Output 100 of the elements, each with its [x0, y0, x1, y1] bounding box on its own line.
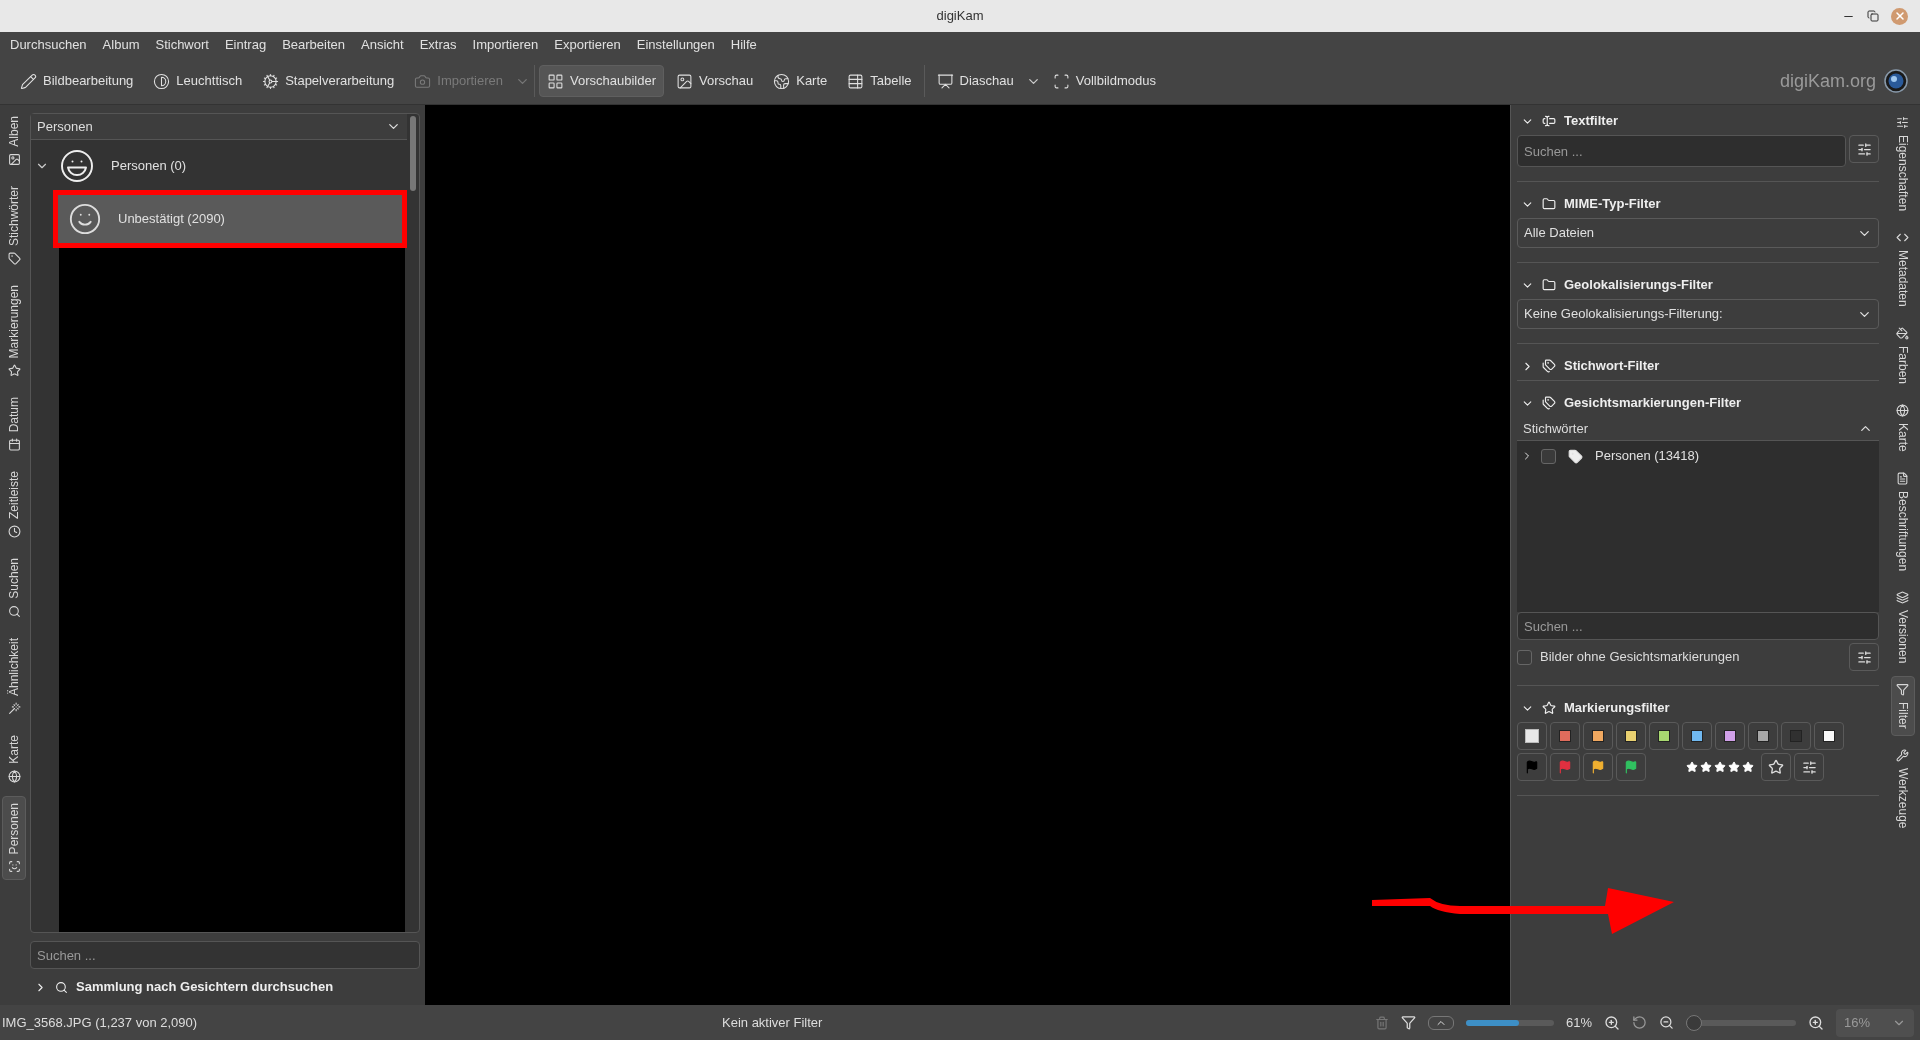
checkbox-label[interactable]: Bilder ohne Gesichtsmarkierungen [1540, 647, 1740, 667]
checkbox[interactable] [1541, 448, 1556, 464]
side-tab[interactable]: Ähnlichkeit [2, 631, 26, 723]
filter-icon [1896, 682, 1909, 696]
rating-filter[interactable] [1686, 761, 1754, 773]
toolbar-button[interactable]: Vorschau [668, 65, 762, 97]
tags-icon [1542, 396, 1556, 410]
restore-icon[interactable] [1867, 10, 1879, 22]
menu-item[interactable]: Einstellungen [628, 35, 723, 55]
menu-item[interactable]: Ansicht [353, 35, 412, 55]
toolbar-button[interactable]: Diaschau [928, 65, 1022, 97]
menu-item[interactable]: Eintrag [216, 35, 275, 55]
color-label-button[interactable] [1715, 722, 1745, 750]
side-tab[interactable]: Karte [1890, 396, 1915, 459]
section-header[interactable]: MIME-Typ-Filter [1517, 190, 1665, 218]
menu-item[interactable]: Album [94, 35, 148, 55]
tag-icon [7, 251, 21, 265]
toolbar-button[interactable]: Karte [765, 65, 836, 97]
menu-item[interactable]: Durchsuchen [2, 35, 95, 55]
album-type-dropdown[interactable]: Personen [31, 114, 407, 140]
side-tab[interactable]: Versionen [1890, 583, 1915, 670]
settings-button[interactable] [1849, 643, 1879, 671]
menu-item[interactable]: Bearbeiten [274, 35, 354, 55]
filter-dropdown[interactable]: Keine Geolokalisierungs-Filterung: [1517, 299, 1879, 329]
scrollbar-thumb[interactable] [410, 116, 416, 191]
side-tab[interactable]: Beschriftungen [1890, 464, 1915, 578]
app-logo-text: digiKam.org [1779, 69, 1876, 93]
color-label-button[interactable] [1682, 722, 1712, 750]
side-tab[interactable]: Eigenschaften [1890, 109, 1915, 219]
face-frame-icon [7, 860, 21, 874]
zoom-out-icon[interactable] [1659, 1015, 1674, 1030]
filter-icon[interactable] [1400, 1015, 1416, 1030]
tree-item[interactable]: Personen (13418) [1595, 446, 1700, 466]
side-tab[interactable]: Stichwörter [2, 178, 26, 272]
image-icon [676, 72, 693, 90]
menu-item[interactable]: Stichwort [147, 35, 217, 55]
side-tab[interactable]: Markierungen [2, 277, 26, 385]
search-field[interactable]: Suchen ... [1517, 135, 1846, 167]
side-tab[interactable]: Suchen [2, 551, 26, 626]
search-field[interactable]: Suchen ... [1517, 612, 1879, 640]
side-tab[interactable]: Datum [2, 390, 26, 459]
toolbar-button[interactable]: Stapelverarbeitung [254, 65, 403, 97]
color-label-button[interactable] [1517, 722, 1547, 750]
flag-button[interactable] [1583, 753, 1613, 781]
globe-icon [773, 72, 791, 90]
side-tab[interactable]: Personen [2, 795, 26, 881]
collapse-button[interactable] [1427, 1015, 1454, 1030]
star-icon [1686, 761, 1698, 773]
face-search-section-header[interactable]: Sammlung nach Gesichtern durchsuchen [30, 969, 420, 1005]
toolbar-button[interactable]: Bildbearbeitung [12, 65, 142, 97]
zoom-fit-icon[interactable] [1604, 1014, 1620, 1031]
document-icon [1896, 471, 1909, 485]
toolbar-button[interactable]: Vorschaubilder [539, 65, 664, 97]
layers-icon [1896, 590, 1909, 604]
sliders-icon[interactable] [1856, 141, 1872, 157]
flag-button[interactable] [1616, 753, 1646, 781]
toolbar-button[interactable]: Tabelle [839, 65, 920, 97]
color-label-button[interactable] [1748, 722, 1778, 750]
sliders-icon[interactable] [1856, 649, 1872, 665]
menu-item[interactable]: Extras [411, 35, 465, 55]
settings-button[interactable] [1849, 135, 1879, 163]
color-label-button[interactable] [1814, 722, 1844, 750]
side-tab[interactable]: Farben [1890, 319, 1915, 391]
slider-fill[interactable] [1465, 1019, 1519, 1026]
side-tab[interactable]: Zeitleiste [2, 464, 26, 546]
checkbox[interactable] [1517, 649, 1532, 665]
zoom-in-icon[interactable] [1808, 1014, 1824, 1031]
section-header[interactable]: Geolokalisierungs-Filter [1517, 271, 1717, 299]
reset-icon[interactable] [1632, 1015, 1647, 1030]
star-outline-icon[interactable] [1768, 759, 1784, 775]
globe-icon [1896, 403, 1909, 417]
side-tab[interactable]: Metadaten [1890, 224, 1915, 314]
tree-item[interactable]: Unbestätigt (2090) [58, 195, 402, 243]
section-header[interactable]: Stichwort-Filter [1517, 352, 1664, 380]
color-label-button[interactable] [1583, 722, 1613, 750]
filter-dropdown[interactable]: Alle Dateien [1517, 218, 1879, 248]
settings-button[interactable] [1794, 753, 1824, 781]
color-label-button[interactable] [1550, 722, 1580, 750]
color-label-button[interactable] [1649, 722, 1679, 750]
slider-handle[interactable] [1686, 1014, 1702, 1031]
rating-button[interactable] [1761, 753, 1791, 781]
lens-logo-icon [1884, 69, 1908, 93]
toolbar-button[interactable]: Vollbildmodus [1044, 65, 1164, 97]
sliders-icon[interactable] [1801, 759, 1817, 775]
side-tab[interactable]: Filter [1890, 675, 1915, 736]
section-header[interactable]: Textfilter [1517, 107, 1622, 135]
clock-icon [7, 525, 21, 539]
side-tab[interactable]: Alben [2, 109, 26, 173]
menu-item[interactable]: Importieren [464, 35, 547, 55]
section-header[interactable]: Gesichtsmarkierungen-Filter [1517, 389, 1745, 417]
search-field[interactable]: Suchen ... [30, 941, 420, 969]
toolbar-button[interactable]: Leuchttisch [145, 65, 251, 97]
menu-item[interactable]: Hilfe [722, 35, 765, 55]
side-tab[interactable]: Karte [2, 728, 26, 790]
menu-item[interactable]: Exportieren [546, 35, 629, 55]
color-label-button[interactable] [1781, 722, 1811, 750]
section-header[interactable]: Markierungsfilter [1517, 694, 1674, 722]
color-label-button[interactable] [1616, 722, 1646, 750]
search-icon [7, 605, 21, 619]
side-tab[interactable]: Werkzeuge [1890, 741, 1915, 836]
